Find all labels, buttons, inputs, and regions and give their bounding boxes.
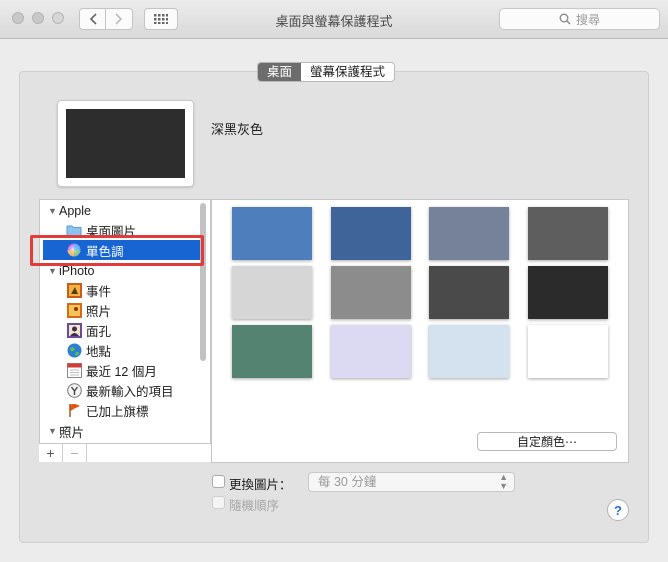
interval-value: 每 30 分鐘 [318, 475, 377, 489]
sidebar-item-label: 地點 [86, 344, 112, 359]
tab-desktop[interactable]: 桌面 [258, 63, 302, 81]
color-swatch[interactable] [232, 266, 312, 319]
source-list-controls: + − [39, 443, 211, 462]
disclosure-triangle-icon[interactable]: ▼ [48, 426, 57, 436]
color-swatch[interactable] [429, 325, 509, 378]
group-label: Apple [59, 204, 91, 218]
sidebar-item-label: 已加上旗標 [86, 404, 149, 419]
source-list-scrollbar[interactable] [200, 203, 206, 361]
color-swatch[interactable] [232, 207, 312, 260]
search-placeholder: 搜尋 [575, 12, 600, 27]
sidebar-item-label: 照片 [86, 304, 112, 319]
sidebar-item-last-import[interactable]: 最新輸入的項目 [66, 380, 226, 400]
color-swatch[interactable] [330, 266, 411, 319]
sidebar-item-flagged[interactable]: 已加上旗標 [66, 400, 226, 420]
change-picture-label: 更換圖片： [229, 478, 292, 492]
events-icon [66, 282, 82, 298]
custom-color-button[interactable]: 自定顏色⋯ [477, 432, 617, 451]
sidebar-item-label: 最新輸入的項目 [86, 384, 174, 399]
photos-icon [66, 302, 82, 318]
popup-arrows-icon: ▲ ▼ [499, 472, 508, 491]
color-swatch[interactable] [527, 207, 608, 260]
group-label: 照片 [59, 425, 85, 440]
color-swatch[interactable] [232, 325, 312, 378]
group-apple[interactable]: Apple [59, 201, 219, 221]
flag-icon [66, 402, 82, 418]
color-swatch[interactable] [527, 266, 608, 319]
disclosure-triangle-icon[interactable]: ▼ [48, 266, 57, 276]
selection-highlight-box [30, 235, 204, 266]
search-field[interactable]: 搜尋 [499, 8, 660, 30]
import-icon [66, 382, 82, 398]
group-label: iPhoto [59, 264, 95, 278]
color-swatch[interactable] [527, 325, 608, 378]
sidebar-item-last-12-months[interactable]: 最近 12 個月 [66, 360, 226, 380]
tab-bar: 桌面 螢幕保護程式 [257, 62, 396, 82]
sidebar-item-label: 面孔 [86, 324, 112, 339]
change-picture-checkbox[interactable] [212, 475, 225, 488]
color-swatch[interactable] [429, 207, 509, 260]
color-swatch[interactable] [429, 266, 509, 319]
help-button[interactable]: ? [607, 499, 629, 521]
color-swatch[interactable] [330, 325, 411, 378]
random-order-label: 隨機順序 [229, 499, 280, 513]
random-order-checkbox[interactable] [212, 496, 225, 509]
add-folder-button[interactable]: + [39, 444, 63, 462]
change-interval-popup[interactable]: 每 30 分鐘 ▲ ▼ [308, 472, 515, 492]
color-grid [211, 199, 629, 463]
current-color-name: 深黑灰色 [211, 122, 264, 137]
globe-icon [66, 342, 82, 358]
tab-screen-saver[interactable]: 螢幕保護程式 [301, 63, 394, 81]
group-photos[interactable]: 照片 [59, 421, 219, 441]
remove-folder-button[interactable]: − [63, 444, 87, 462]
calendar-icon [66, 362, 82, 378]
search-icon [559, 13, 571, 25]
preview-screen [66, 109, 185, 178]
disclosure-triangle-icon[interactable]: ▼ [48, 206, 57, 216]
desktop-preview [57, 100, 194, 187]
sidebar-item-label: 最近 12 個月 [86, 364, 157, 379]
title-bar: 桌面與螢幕保護程式 搜尋 [0, 0, 668, 39]
faces-icon [66, 322, 82, 338]
color-swatch[interactable] [330, 207, 411, 260]
sidebar-item-label: 事件 [86, 284, 112, 299]
